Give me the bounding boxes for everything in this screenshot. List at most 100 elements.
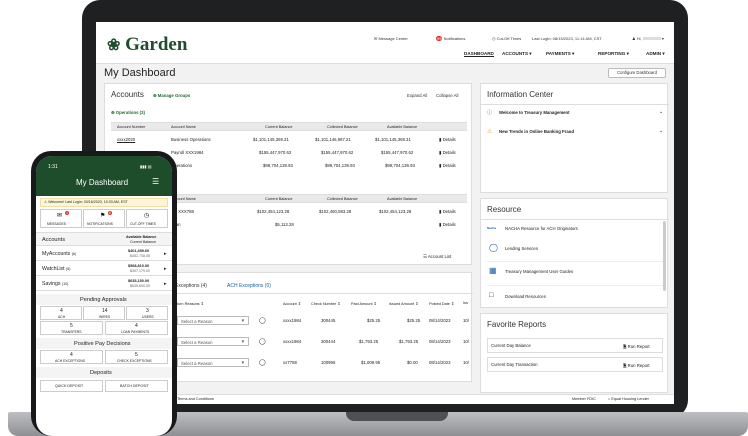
run-report-button[interactable]: 🗎 Run Report — [623, 343, 650, 351]
quick-deposit-button[interactable]: QUICK DEPOSIT — [40, 380, 103, 392]
run-report-button[interactable]: 🗎 Run Report — [623, 362, 650, 370]
cutoff-link[interactable]: ◷ Cut-Off Times — [492, 36, 521, 41]
signal-icon: ▮▮▮ ▤ — [140, 164, 152, 169]
reason-select[interactable]: Select a Reason ▼ — [177, 316, 249, 325]
brand-logo[interactable]: ❀ Garden — [107, 34, 187, 56]
pending-count: 5 — [70, 323, 73, 329]
tab-ach-exceptions[interactable]: ACH Exceptions (0) — [227, 283, 271, 289]
favorite-reports-card: Favorite Reports Current Day Balance 🗎 R… — [480, 313, 668, 393]
list-item[interactable]: WatchList (6) $568,810.00 $307,179.00 ▸ — [36, 262, 172, 276]
list-item[interactable]: Savings (10) $635,150.00 $635,600.00 ▸ — [36, 277, 172, 291]
nav-reporting-label: REPORTING — [598, 51, 626, 56]
nav-accounts-label: ACCOUNTS — [502, 51, 529, 56]
pending-loan-payments[interactable]: 4 LOAN PAYMENTS — [105, 321, 168, 335]
positive-ach-exceptions[interactable]: 4 ACH EXCEPTIONS — [40, 350, 103, 364]
account-group-count: (6) — [66, 267, 71, 271]
exception-issued-date: 10/ — [463, 318, 469, 323]
list-item[interactable]: MyAccounts (6) $401,459.60 $452,708.55 ▸ — [36, 247, 172, 261]
col-issued-amount[interactable]: Issued Amount ⇕ — [389, 301, 418, 306]
tab-check-exceptions[interactable]: Exceptions (4) — [175, 283, 207, 289]
col-account-number[interactable]: Account Number — [117, 125, 145, 129]
positive-pay-header: Positive Pay Decisions — [36, 338, 172, 349]
col-check-number[interactable]: Check Number ⇕ — [311, 301, 341, 306]
shortcut-cutoff[interactable]: ◷ CUT-OFF TIMES — [126, 209, 168, 228]
pending-wires[interactable]: 14 WIRES — [83, 306, 125, 320]
col-collected-balance[interactable]: Collected Balance — [327, 125, 358, 129]
positive-check-exceptions[interactable]: 5 CHECK EXCEPTIONS — [105, 350, 168, 364]
resource-download[interactable]: Download Resources — [505, 294, 546, 299]
reason-select[interactable]: Select a Reason ▼ — [177, 358, 249, 367]
col-paid-amount[interactable]: Paid Amount ⇕ — [351, 301, 377, 306]
chevron-down-icon[interactable]: ⌄ — [659, 128, 663, 134]
scrollbar[interactable] — [663, 221, 666, 291]
pending-count: 4 — [60, 308, 63, 314]
col-collected-balance[interactable]: Collected Balance — [327, 197, 358, 201]
resource-nacha[interactable]: NACHA Resource for ACH Originators — [505, 226, 578, 231]
deposits-header: Deposits — [36, 367, 172, 378]
col-return-reasons[interactable]: turn Reasons ⇕ — [177, 301, 204, 306]
reason-select[interactable]: Select a Reason ▼ — [177, 337, 249, 346]
col-issued-date[interactable]: Iss — [463, 301, 468, 305]
details-link[interactable]: ▮ Details — [439, 209, 456, 215]
pending-label: USERS — [142, 315, 154, 319]
col-available-balance[interactable]: Available Balance — [387, 197, 417, 201]
col-current-balance[interactable]: Current Balance — [265, 125, 292, 129]
batch-deposit-label: BATCH DEPOSIT — [120, 384, 149, 388]
exception-issued-amount: $25.25 — [407, 318, 421, 323]
divider — [481, 219, 669, 220]
col-account[interactable]: Account ⇕ — [283, 301, 301, 306]
account-name: Business Operations — [171, 137, 211, 142]
resource-title: Resource — [487, 205, 522, 214]
leaf-icon: ❀ — [107, 37, 121, 54]
manage-groups-link[interactable]: ⊕ Manage Groups — [153, 93, 190, 99]
configure-dashboard-button[interactable]: Configure Dashboard — [608, 68, 666, 78]
details-link[interactable]: ▮ Details — [439, 137, 456, 143]
details-link[interactable]: ▮ Details — [439, 150, 456, 156]
pending-users[interactable]: 3 USERS — [126, 306, 168, 320]
product-showcase: ❀ Garden ✉ Message Center 99 Notificatio… — [0, 0, 748, 436]
nav-accounts[interactable]: ACCOUNTS ▾ — [502, 51, 532, 57]
nav-dashboard[interactable]: DASHBOARD — [464, 51, 494, 57]
info-item-welcome[interactable]: Welcome to Treasury Management — [499, 110, 570, 115]
notifications-link[interactable]: 99 Notifications — [436, 36, 465, 41]
collected-balance: $102,460,583.28 — [319, 209, 352, 214]
comment-icon[interactable]: ◯ — [259, 338, 266, 345]
nav-admin[interactable]: ADMIN ▾ — [646, 51, 665, 57]
footer: Inc. | Terms and Conditions Member FDIC … — [96, 394, 674, 404]
menu-icon[interactable]: ☰ — [152, 177, 159, 186]
chevron-down-icon[interactable]: ⌄ — [659, 109, 663, 115]
details-link[interactable]: ▮ Details — [439, 222, 456, 228]
current-balance: $1,101,145,369.31 — [253, 137, 289, 142]
collapse-all-link[interactable]: Collapse All — [436, 93, 458, 98]
comment-icon[interactable]: ◯ — [259, 359, 266, 366]
col-account-name[interactable]: Account Name — [171, 125, 196, 129]
account-number-link[interactable]: xxxx2020 — [117, 137, 135, 142]
comment-icon[interactable]: ◯ — [259, 317, 266, 324]
shortcut-messages[interactable]: ✉ 3 MESSAGES — [40, 209, 82, 228]
col-current-balance[interactable]: Current Balance — [265, 197, 292, 201]
report-name: Current Day Transaction — [491, 362, 538, 367]
shortcut-cutoff-label: CUT-OFF TIMES — [130, 222, 156, 226]
account-list-label: Account List — [427, 254, 452, 259]
col-available-balance[interactable]: Available Balance — [387, 125, 417, 129]
footer-ehl: ⌂ Equal Housing Lender — [608, 397, 649, 401]
col-posted-date[interactable]: Posted Date ⇕ — [429, 301, 454, 306]
resource-user-guides[interactable]: Treasury Management User Guides — [505, 269, 573, 274]
available-balance: $155,447,970.62 — [381, 150, 414, 155]
user-menu[interactable]: ♟ Hi, ▾ — [632, 36, 664, 41]
exception-issued-amount: $0.00 — [407, 360, 418, 365]
resource-lending[interactable]: Lending Services — [505, 246, 538, 251]
nav-payments[interactable]: PAYMENTS ▾ — [546, 51, 574, 57]
pending-transfers[interactable]: 5 TRANSFERS — [40, 321, 103, 335]
nav-reporting[interactable]: REPORTING ▾ — [598, 51, 629, 57]
pending-ach[interactable]: 4 ACH — [40, 306, 82, 320]
info-item-fraud[interactable]: New Trends in Online Banking Fraud — [499, 129, 574, 134]
shortcut-notifications[interactable]: ⚑ 8 NOTIFICATIONS — [83, 209, 125, 228]
group-operations-toggle[interactable]: ⊕ Operations (3) — [111, 110, 145, 116]
batch-deposit-button[interactable]: BATCH DEPOSIT — [105, 380, 168, 392]
details-link[interactable]: ▮ Details — [439, 163, 456, 169]
message-center-link[interactable]: ✉ Message Center — [374, 36, 408, 41]
account-group-name: MyAccounts — [42, 251, 71, 257]
expand-all-link[interactable]: Expand All — [407, 93, 427, 98]
account-list-link[interactable]: ☰ Account List — [423, 254, 451, 260]
